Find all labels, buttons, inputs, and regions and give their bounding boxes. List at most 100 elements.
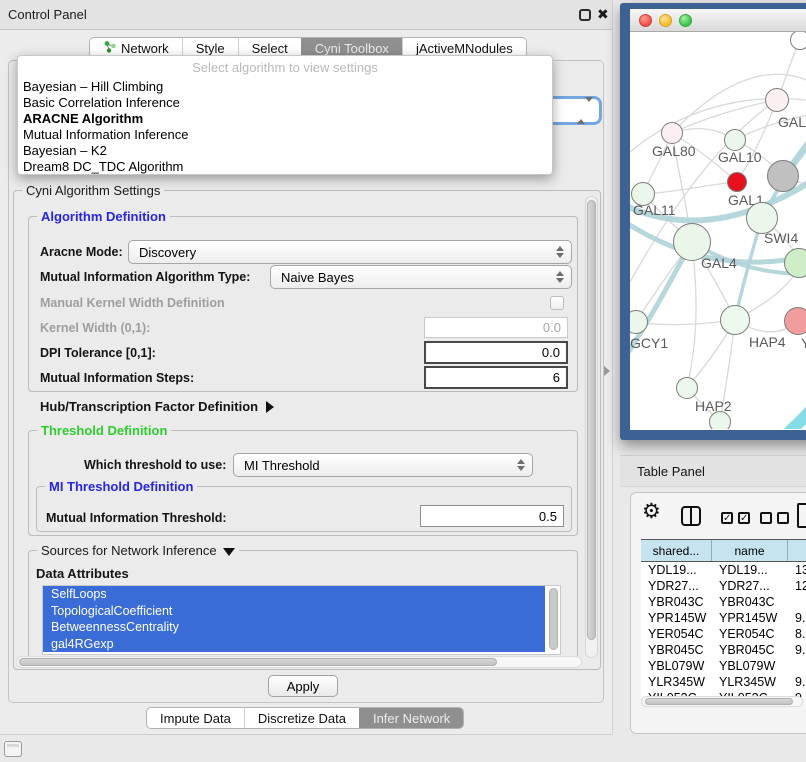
table-row[interactable]: YBR043CYBR043C — [641, 594, 806, 610]
tab-label: Infer Network — [373, 711, 450, 726]
node-label-y: Y — [801, 335, 806, 351]
splitter-collapse-arrow[interactable] — [604, 366, 610, 376]
table-horizontal-scrollbar[interactable] — [641, 696, 803, 707]
kernel-width-value: 0.0 — [543, 320, 561, 335]
mi-algorithm-type-select[interactable]: Naive Bayes — [270, 265, 572, 289]
scrollbar-thumb[interactable] — [19, 658, 497, 666]
float-window-icon[interactable] — [579, 9, 591, 21]
table-cell: 12 — [788, 579, 806, 593]
algorithm-option-aracne-algorithm[interactable]: ARACNE Algorithm — [21, 111, 549, 127]
network-node-hap4[interactable] — [720, 305, 750, 335]
zoom-traffic-light-icon[interactable] — [679, 14, 692, 27]
algorithm-option-bayesian-k2[interactable]: Bayesian – K2 — [21, 143, 549, 159]
network-node[interactable] — [790, 32, 806, 50]
mi-threshold-input[interactable]: 0.5 — [420, 505, 564, 527]
select-none-unchecked-icon[interactable] — [760, 512, 772, 524]
table-cell: YBR045C — [641, 643, 712, 657]
tab-label: jActiveMNodules — [416, 41, 513, 56]
network-node-gal[interactable] — [765, 88, 789, 112]
manual-kernel-width-checkbox[interactable] — [550, 296, 564, 310]
algorithm-option-bayesian-hill-climbing[interactable]: Bayesian – Hill Climbing — [21, 79, 549, 95]
table-cell: 13 — [788, 563, 806, 577]
panel-title: Control Panel — [0, 7, 87, 22]
table-row[interactable]: YPR145WYPR145W9. — [641, 610, 806, 626]
aracne-mode-value: Discovery — [139, 245, 196, 260]
select-none-unchecked-icon[interactable] — [777, 512, 789, 524]
settings-gear-icon[interactable]: ⚙ — [642, 499, 661, 523]
node-label-gal10: GAL10 — [718, 149, 762, 165]
attribute-item-selfloops[interactable]: SelfLoops — [43, 586, 545, 603]
network-canvas[interactable]: GALGAL80GAL10GAL1GAL11SWI4GAL4GCY1HAP4YH… — [630, 32, 806, 429]
table-cell: YBL079W — [712, 659, 788, 673]
apply-button[interactable]: Apply — [268, 675, 338, 697]
table-cell: YPR145W — [712, 611, 788, 625]
algorithm-option-basic-correlation-inference[interactable]: Basic Correlation Inference — [21, 95, 549, 111]
table-cell: YER054C — [641, 627, 712, 641]
network-node[interactable] — [767, 160, 799, 192]
tab-label: Impute Data — [160, 711, 231, 726]
table-row[interactable]: YER054CYER054C8. — [641, 626, 806, 642]
table-cell: YBR043C — [712, 595, 788, 609]
combobox-stepper-icon — [556, 246, 571, 258]
algorithm-option-mutual-information-inference[interactable]: Mutual Information Inference — [21, 127, 549, 143]
column-header-shared[interactable]: shared... — [641, 540, 712, 561]
kernel-width-input[interactable]: 0.0 — [424, 317, 568, 338]
expand-arrow-icon — [266, 401, 274, 413]
column-header-name[interactable]: name — [712, 540, 788, 561]
mi-steps-label: Mutual Information Steps: — [40, 371, 194, 385]
table-document-icon[interactable] — [797, 503, 806, 528]
split-columns-icon[interactable] — [681, 506, 701, 526]
group-title: Cyni Algorithm Settings — [22, 183, 164, 198]
network-node-gal80[interactable] — [661, 122, 683, 144]
table-cell: YDR27... — [641, 579, 712, 593]
table-row[interactable]: YDL19...YDL19...13 — [641, 562, 806, 578]
network-node-y[interactable] — [784, 307, 806, 335]
close-traffic-light-icon[interactable] — [639, 14, 652, 27]
table-panel-card: ⚙ ✓ ✓ shared...name YDL19...YDL19...13YD… — [630, 492, 806, 734]
network-node[interactable] — [784, 248, 806, 278]
minimize-traffic-light-icon[interactable] — [659, 14, 672, 27]
attribute-item-betweennesscentrality[interactable]: BetweennessCentrality — [43, 619, 545, 636]
list-scrollbar-thumb[interactable] — [549, 588, 558, 650]
minimized-panel-icon[interactable] — [4, 741, 22, 757]
algorithm-option-dream8-dc-tdc-algorithm[interactable]: Dream8 DC_TDC Algorithm — [21, 159, 549, 175]
table-cell: 9. — [788, 611, 806, 625]
which-threshold-select[interactable]: MI Threshold — [233, 453, 533, 477]
scrollbar-thumb[interactable] — [645, 698, 793, 705]
control-panel-titlebar: Control Panel ✖ — [0, 0, 612, 30]
network-node-gal10[interactable] — [724, 129, 746, 151]
attribute-item-gal4rgexp[interactable]: gal4RGexp — [43, 636, 545, 653]
aracne-mode-select[interactable]: Discovery — [128, 240, 572, 264]
select-all-checked-icon[interactable]: ✓ — [721, 512, 733, 524]
node-label-gal4: GAL4 — [701, 255, 737, 271]
dpi-tolerance-input[interactable]: 0.0 — [424, 341, 568, 364]
column-header-cut[interactable] — [788, 540, 806, 561]
network-node[interactable] — [709, 411, 731, 429]
node-label-gal80: GAL80 — [652, 143, 696, 159]
table-row[interactable]: YDR27...YDR27...12 — [641, 578, 806, 594]
hub-section-toggle[interactable]: Hub/Transcription Factor Definition — [40, 399, 274, 414]
settings-horizontal-scrollbar[interactable] — [16, 656, 582, 668]
tab-infer-network[interactable]: Infer Network — [359, 708, 463, 728]
algorithm-dropdown-popup: Select algorithm to view settings Bayesi… — [17, 55, 553, 175]
table-cell: 9. — [788, 643, 806, 657]
table-row[interactable]: YBR045CYBR045C9. — [641, 642, 806, 658]
dropdown-placeholder: Select algorithm to view settings — [18, 60, 552, 75]
close-icon[interactable]: ✖ — [597, 6, 609, 23]
network-node-gal1[interactable] — [727, 172, 747, 192]
attribute-item-topologicalcoefficient[interactable]: TopologicalCoefficient — [43, 603, 545, 620]
table-cell: YBL079W — [641, 659, 712, 673]
select-all-checked-icon[interactable]: ✓ — [738, 512, 750, 524]
settings-vertical-scrollbar[interactable] — [585, 196, 598, 658]
network-node-hap2[interactable] — [676, 377, 698, 399]
table-row[interactable]: YLR345WYLR345W9. — [641, 674, 806, 690]
tab-discretize-data[interactable]: Discretize Data — [244, 708, 359, 728]
table-row[interactable]: YBL079WYBL079W — [641, 658, 806, 674]
scrollbar-thumb[interactable] — [587, 200, 596, 640]
network-view-window[interactable]: GALGAL80GAL10GAL1GAL11SWI4GAL4GCY1HAP4YH… — [620, 3, 806, 440]
sources-title[interactable]: Sources for Network Inference — [37, 543, 239, 558]
tab-impute-data[interactable]: Impute Data — [147, 708, 244, 728]
data-attributes-list[interactable]: SelfLoopsTopologicalCoefficientBetweenne… — [42, 585, 561, 655]
mi-steps-input[interactable]: 6 — [424, 366, 568, 389]
network-icon — [103, 40, 116, 56]
